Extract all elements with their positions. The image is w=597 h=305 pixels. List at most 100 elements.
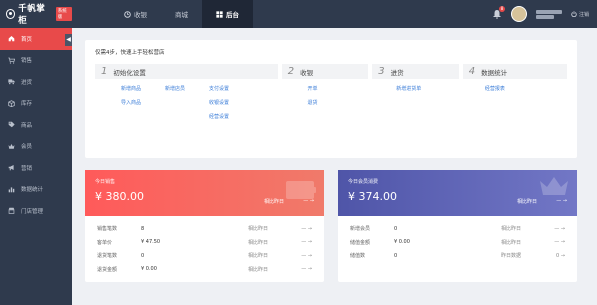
logout-button[interactable]: 注销 bbox=[571, 11, 589, 18]
link-cashier-settings[interactable]: 收银设置 bbox=[209, 99, 229, 106]
notification-button[interactable]: 8 bbox=[492, 6, 505, 19]
nav-backend[interactable]: 后台 bbox=[202, 0, 253, 28]
sidebar-item-label: 首页 bbox=[21, 36, 33, 43]
row-value: ¥ 47.50 bbox=[141, 239, 161, 246]
row-key: 客单价 bbox=[97, 239, 113, 246]
avatar[interactable] bbox=[510, 6, 527, 22]
quick-start-title: 仅需4步，快速上手轻松营店 bbox=[95, 50, 165, 56]
nav-cashier[interactable]: 收银 bbox=[110, 0, 161, 28]
sidebar-item-store[interactable]: 门店管理 bbox=[0, 200, 72, 222]
step-2: 2 收银 bbox=[281, 64, 369, 79]
logo-icon bbox=[6, 9, 16, 19]
step-1-col-1: 新增商品 导入商品 bbox=[121, 85, 141, 120]
step-number: 4 bbox=[468, 66, 476, 77]
nav-mall[interactable]: 商城 bbox=[161, 0, 202, 28]
row-trend: — → bbox=[301, 252, 312, 259]
today-member-details: 新增会员 0 相比昨日 — → 储值金额 ¥ 0.00 相比昨日 — → 储值数… bbox=[338, 216, 577, 263]
today-member-compare: 相比昨日 bbox=[516, 199, 537, 205]
row-trend: — → bbox=[301, 239, 312, 246]
logout-label: 注销 bbox=[578, 11, 589, 18]
row-compare: 相比昨日 bbox=[248, 239, 269, 246]
nav-backend-label: 后台 bbox=[226, 11, 239, 19]
row-compare: 相比昨日 bbox=[501, 226, 522, 233]
step-1-col-2: 新增店员 bbox=[165, 85, 185, 120]
step-number: 1 bbox=[101, 66, 108, 77]
today-member-card: 今日会员消费 ¥ 374.00 相比昨日 — → 新增会员 0 相比昨日 — →… bbox=[338, 170, 577, 282]
link-add-staff[interactable]: 新增店员 bbox=[165, 85, 185, 92]
row-value: 8 bbox=[141, 225, 145, 232]
link-open-order[interactable]: 开单 bbox=[308, 85, 369, 92]
row-key: 退货笔数 bbox=[97, 253, 118, 260]
store-icon bbox=[8, 207, 15, 215]
step-number: 2 bbox=[287, 66, 295, 77]
row-key: 新增会员 bbox=[350, 226, 371, 233]
nav-mall-label: 商城 bbox=[175, 11, 188, 19]
step-4-links: 经营报表 bbox=[463, 85, 567, 120]
chart-icon bbox=[8, 187, 15, 193]
steps-row: 1 初始化设置 2 收银 3 进货 4 数据统计 bbox=[95, 64, 567, 79]
sidebar-collapse-button[interactable]: ◀ bbox=[65, 34, 72, 46]
today-sales-compare: 相比昨日 bbox=[263, 199, 284, 205]
clock-icon bbox=[124, 10, 131, 18]
today-sales-card: 今日销售 ¥ 380.00 相比昨日 — → 销售笔数 8 相比昨日 — → 客… bbox=[85, 170, 324, 282]
step-number: 3 bbox=[378, 66, 385, 77]
logo-text: 千帆掌柜 bbox=[18, 4, 46, 26]
tag-icon bbox=[8, 121, 15, 128]
step-label: 初始化设置 bbox=[113, 68, 146, 77]
step-1-col-3: 支付设置 收银设置 经营设置 bbox=[209, 85, 229, 120]
step-1-links: 新增商品 导入商品 新增店员 支付设置 收银设置 经营设置 bbox=[95, 85, 278, 120]
box-icon bbox=[8, 100, 15, 107]
today-member-header: 今日会员消费 ¥ 374.00 相比昨日 — → bbox=[338, 170, 577, 216]
link-business-report[interactable]: 经营报表 bbox=[485, 85, 567, 92]
logo-badge: 系统版 bbox=[55, 7, 72, 21]
sidebar-item-label: 数据统计 bbox=[21, 187, 44, 194]
link-new-purchase-order[interactable]: 新增进货单 bbox=[396, 85, 459, 92]
link-business-settings[interactable]: 经营设置 bbox=[209, 113, 229, 120]
row-value: ¥ 0.00 bbox=[394, 239, 410, 246]
table-row: 储值数 0 昨日数据 0 → bbox=[350, 249, 565, 263]
truck-icon bbox=[8, 79, 15, 85]
user-name-blurred bbox=[535, 9, 562, 14]
user-role-blurred bbox=[535, 14, 554, 19]
today-sales-header: 今日销售 ¥ 380.00 相比昨日 — → bbox=[85, 170, 324, 216]
sidebar-item-label: 营销 bbox=[21, 165, 33, 172]
row-trend: — → bbox=[554, 225, 565, 232]
step-4: 4 数据统计 bbox=[462, 64, 567, 79]
sidebar-item-purchase[interactable]: 进货 bbox=[0, 71, 72, 93]
step-1: 1 初始化设置 bbox=[95, 64, 278, 79]
sidebar-item-inventory[interactable]: 库存 bbox=[0, 93, 72, 115]
table-row: 新增会员 0 相比昨日 — → bbox=[350, 222, 565, 236]
sidebar-item-goods[interactable]: 商品 bbox=[0, 114, 72, 136]
link-add-goods[interactable]: 新增商品 bbox=[121, 85, 141, 92]
row-key: 销售笔数 bbox=[97, 226, 118, 233]
sidebar-item-label: 会员 bbox=[21, 144, 33, 151]
user-info[interactable] bbox=[535, 9, 562, 19]
table-row: 客单价 ¥ 47.50 相比昨日 — → bbox=[97, 236, 312, 250]
row-value: 0 bbox=[394, 225, 398, 232]
table-row: 退货金额 ¥ 0.00 相比昨日 — → bbox=[97, 263, 312, 277]
sidebar-item-marketing[interactable]: 营销 bbox=[0, 157, 72, 179]
today-member-label: 今日会员消费 bbox=[348, 179, 379, 185]
step-2-links: 开单 退货 bbox=[282, 85, 369, 120]
table-row: 储值金额 ¥ 0.00 相比昨日 — → bbox=[350, 236, 565, 250]
sidebar-item-sales[interactable]: 销售 bbox=[0, 50, 72, 72]
sidebar-item-statistics[interactable]: 数据统计 bbox=[0, 179, 72, 201]
link-import-goods[interactable]: 导入商品 bbox=[121, 99, 141, 106]
quick-start-card: 仅需4步，快速上手轻松营店 1 初始化设置 2 收银 3 进货 4 数据统计 新… bbox=[85, 40, 577, 158]
row-compare: 相比昨日 bbox=[501, 239, 522, 246]
logo[interactable]: 千帆掌柜 系统版 bbox=[0, 0, 72, 28]
sidebar-item-label: 门店管理 bbox=[21, 208, 44, 215]
row-compare: 相比昨日 bbox=[248, 253, 269, 260]
sidebar-item-home[interactable]: 首页 bbox=[0, 28, 72, 50]
link-payment-settings[interactable]: 支付设置 bbox=[209, 85, 229, 92]
top-bar: 千帆掌柜 系统版 收银 商城 后台 8 注销 bbox=[0, 0, 597, 28]
sidebar-item-members[interactable]: 会员 bbox=[0, 136, 72, 158]
link-return[interactable]: 退货 bbox=[308, 99, 369, 106]
today-sales-label: 今日销售 bbox=[95, 179, 116, 185]
grid-icon bbox=[216, 10, 223, 18]
row-value: ¥ 0.00 bbox=[141, 266, 157, 273]
nav-cashier-label: 收银 bbox=[134, 11, 147, 19]
crown-icon bbox=[540, 177, 568, 195]
sidebar-item-label: 商品 bbox=[21, 122, 33, 129]
table-row: 销售笔数 8 相比昨日 — → bbox=[97, 222, 312, 236]
